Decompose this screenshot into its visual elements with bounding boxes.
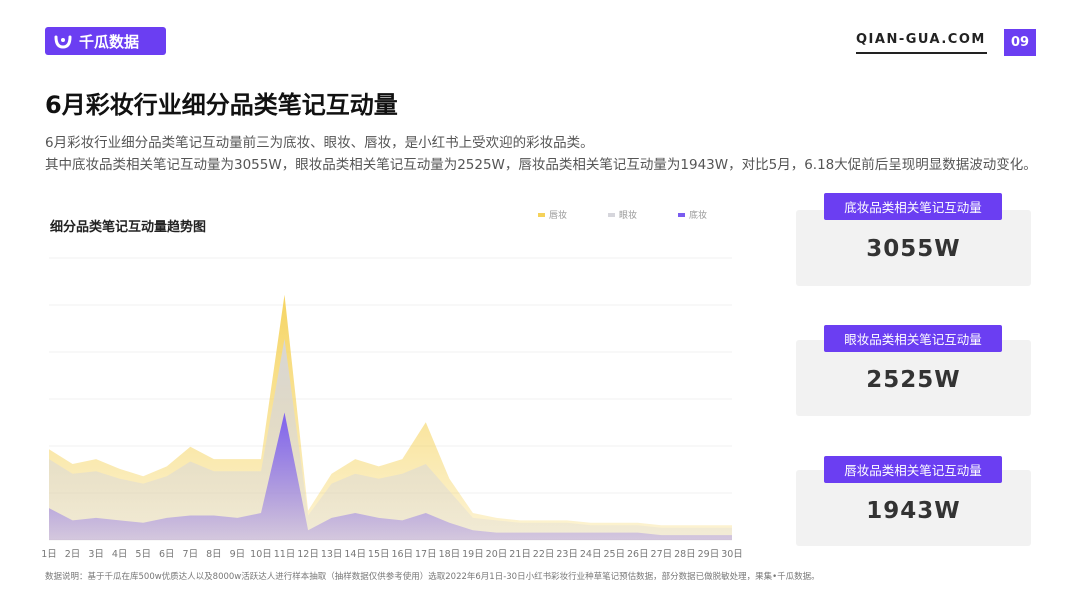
x-tick-label: 27日 (651, 549, 673, 560)
x-tick-label: 8日 (206, 549, 222, 560)
x-tick-label: 2日 (65, 549, 81, 560)
x-tick-label: 18日 (439, 549, 461, 560)
x-tick-label: 21日 (509, 549, 531, 560)
stat-card-lip-label: 唇妆品类相关笔记互动量 (824, 456, 1002, 483)
x-tick-label: 5日 (135, 549, 151, 560)
stat-card-base-value: 3055W (866, 236, 961, 262)
x-tick-label: 9日 (230, 549, 246, 560)
x-tick-label: 23日 (556, 549, 578, 560)
x-tick-label: 15日 (368, 549, 390, 560)
x-tick-label: 29日 (698, 549, 720, 560)
stat-card-eye-value: 2525W (866, 367, 961, 393)
x-tick-label: 13日 (321, 549, 343, 560)
x-tick-label: 22日 (533, 549, 555, 560)
x-tick-label: 20日 (486, 549, 508, 560)
data-footnote: 数据说明：基于千瓜在库500w优质达人以及8000w活跃达人进行样本抽取（抽样数… (45, 572, 820, 582)
x-tick-label: 19日 (462, 549, 484, 560)
stat-card-base-label: 底妆品类相关笔记互动量 (824, 193, 1002, 220)
x-tick-label: 25日 (603, 549, 625, 560)
x-tick-label: 14日 (344, 549, 366, 560)
x-tick-label: 16日 (391, 549, 413, 560)
area-series-eye (49, 338, 732, 540)
x-tick-label: 12日 (297, 549, 319, 560)
x-tick-label: 17日 (415, 549, 437, 560)
x-tick-label: 11日 (274, 549, 296, 560)
x-tick-label: 7日 (183, 549, 199, 560)
x-tick-label: 10日 (250, 549, 272, 560)
x-tick-label: 1日 (41, 549, 57, 560)
stat-card-eye-label: 眼妆品类相关笔记互动量 (824, 325, 1002, 352)
x-tick-label: 26日 (627, 549, 649, 560)
x-tick-label: 3日 (88, 549, 104, 560)
x-tick-label: 6日 (159, 549, 175, 560)
x-tick-label: 30日 (721, 549, 743, 560)
x-tick-label: 24日 (580, 549, 602, 560)
stat-card-lip-value: 1943W (866, 498, 961, 524)
x-tick-label: 28日 (674, 549, 696, 560)
x-tick-label: 4日 (112, 549, 128, 560)
